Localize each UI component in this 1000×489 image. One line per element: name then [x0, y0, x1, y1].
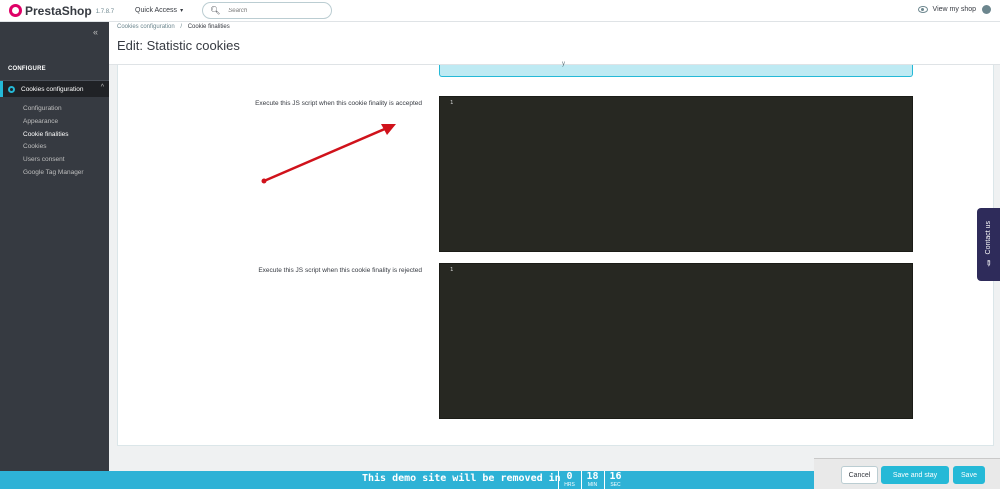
cancel-button[interactable]: Cancel — [841, 466, 878, 484]
quick-access-dropdown[interactable]: Quick Access ▾ — [135, 7, 183, 14]
accepted-script-editor[interactable]: 1 — [439, 96, 913, 252]
collapse-icon[interactable]: « — [93, 27, 98, 37]
chevron-down-icon: ▾ — [180, 8, 184, 14]
hours-value: 0 — [566, 471, 573, 482]
breadcrumb-parent[interactable]: Cookies configuration — [117, 24, 175, 30]
sidebar-item-appearance[interactable]: Appearance — [23, 118, 58, 125]
seconds-value: 16 — [609, 471, 622, 482]
page-header — [109, 22, 1000, 65]
logo[interactable]: PrestaShop 1.7.8.7 — [9, 4, 114, 18]
minutes-unit: MIN — [587, 482, 598, 488]
countdown-hours: 0 HRS — [558, 471, 580, 489]
breadcrumb-current: Cookie finalities — [187, 24, 230, 30]
sidebar: « CONFIGURE Cookies configuration ^ Conf… — [0, 22, 109, 489]
line-number: 1 — [450, 100, 454, 106]
minutes-value: 18 — [586, 471, 599, 482]
chevron-up-icon: ^ — [100, 84, 104, 91]
rejected-script-editor[interactable]: 1 — [439, 263, 913, 419]
pencil-icon: ✎ — [982, 257, 995, 269]
save-button[interactable]: Save — [953, 466, 985, 484]
sidebar-item-cookies[interactable]: Cookies — [23, 143, 46, 150]
sidebar-section-configure: CONFIGURE — [8, 66, 46, 72]
view-shop-link[interactable]: View my shop — [917, 5, 991, 14]
search-icon: 🔍︎ — [210, 6, 221, 15]
gear-icon — [8, 85, 15, 93]
countdown-minutes: 18 MIN — [581, 471, 603, 489]
logo-name: PrestaShop — [25, 3, 92, 18]
annotation-arrow — [261, 124, 396, 184]
sidebar-item-users-consent[interactable]: Users consent — [23, 156, 65, 163]
search-box[interactable]: 🔍︎ — [202, 2, 333, 19]
user-icon[interactable] — [982, 5, 991, 14]
accepted-script-label: Execute this JS script when this cookie … — [255, 100, 422, 107]
page-title: Edit: Statistic cookies — [117, 38, 240, 53]
eye-icon — [917, 6, 928, 13]
sidebar-item-cookies-configuration[interactable]: Cookies configuration ^ — [0, 81, 109, 97]
sidebar-item-cookie-finalities[interactable]: Cookie finalities — [23, 131, 69, 138]
demo-message: This demo site will be removed in — [362, 473, 561, 484]
contact-us-tab[interactable]: Contact us ✎ — [977, 208, 1000, 281]
version-label: 1.7.8.7 — [95, 8, 115, 15]
sidebar-item-configuration[interactable]: Configuration — [23, 105, 62, 112]
save-and-stay-button[interactable]: Save and stay — [881, 466, 949, 484]
info-alert — [439, 65, 913, 77]
breadcrumb: Cookies configuration / Cookie finalitie… — [117, 24, 230, 30]
sidebar-parent-label: Cookies configuration — [21, 85, 84, 93]
contact-us-label: Contact us — [985, 221, 992, 255]
seconds-unit: SEC — [610, 482, 621, 488]
rejected-script-label: Execute this JS script when this cookie … — [258, 267, 422, 274]
breadcrumb-separator: / — [180, 24, 183, 30]
hours-unit: HRS — [564, 482, 575, 488]
alert-text: y — [562, 61, 565, 67]
line-number: 1 — [450, 267, 454, 273]
prestashop-logo-icon — [9, 4, 22, 17]
search-input[interactable] — [228, 7, 329, 14]
form-actions: Cancel Save and stay Save — [814, 458, 1000, 489]
countdown-seconds: 16 SEC — [604, 471, 626, 489]
sidebar-item-google-tag-manager[interactable]: Google Tag Manager — [23, 169, 84, 176]
top-header: PrestaShop 1.7.8.7 Quick Access ▾ 🔍︎ Vie… — [0, 0, 1000, 22]
quick-access-label: Quick Access — [135, 7, 178, 14]
view-shop-label: View my shop — [932, 6, 976, 13]
